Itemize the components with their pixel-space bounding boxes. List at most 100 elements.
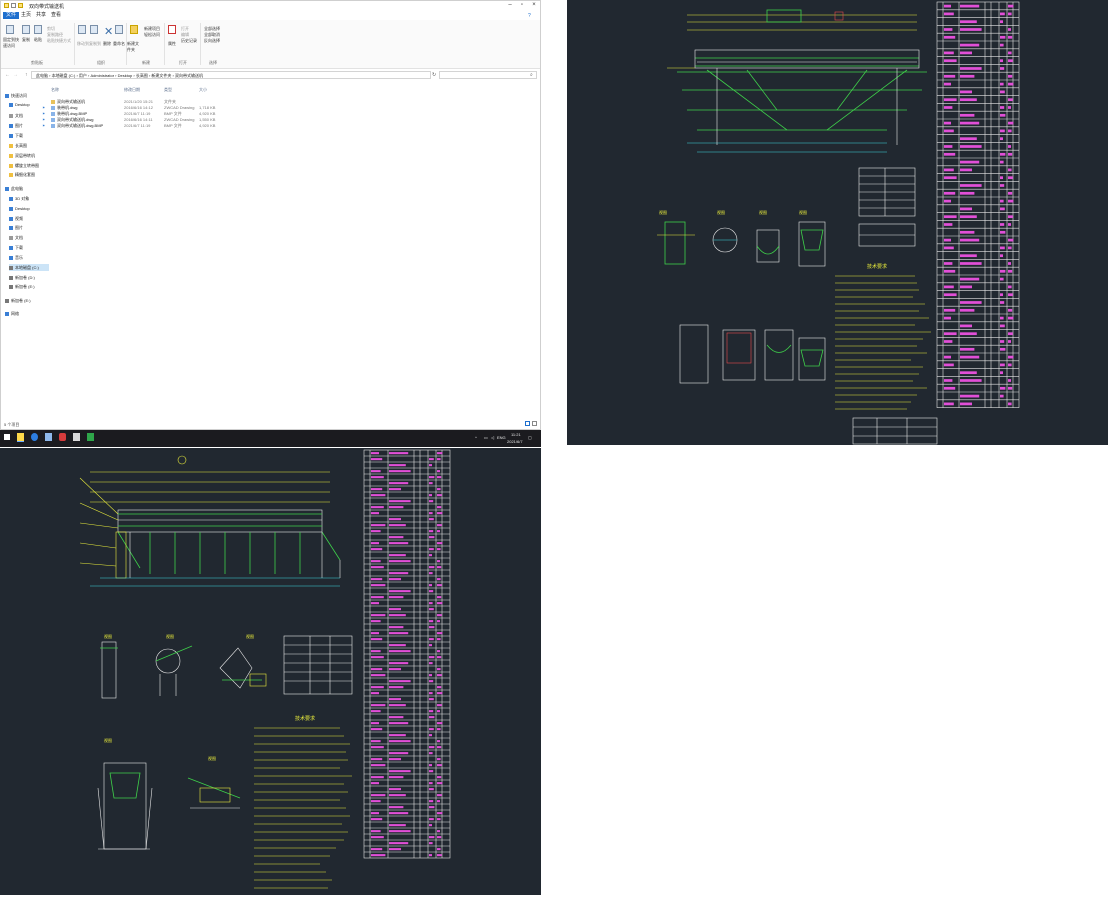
volume-tray-icon[interactable]: ◁ [491, 435, 494, 440]
nav-downloads[interactable]: 下载 [9, 244, 49, 251]
breadcrumb-item[interactable]: Administrator [90, 73, 114, 78]
pin-icon[interactable]: ✶ [42, 105, 45, 110]
pin-icon[interactable]: ✶ [42, 123, 45, 128]
clock-date[interactable]: 2021/6/7 [507, 439, 523, 444]
parts-list-table [936, 1, 1020, 408]
tab-share[interactable]: 共享 [33, 12, 49, 19]
copy-to-button[interactable]: 复制到 [89, 41, 101, 47]
nav-folder[interactable]: 螺旋立转带图 [9, 162, 49, 169]
up-icon[interactable]: ↑ [25, 72, 28, 78]
delete-button[interactable]: 删除 [103, 41, 111, 47]
breadcrumb-item[interactable]: 本地磁盘 (C:) [52, 73, 76, 78]
tab-home[interactable]: 主页 [18, 12, 34, 19]
nav-network[interactable]: 网络 [5, 310, 45, 317]
search-icon[interactable]: ⌕ [530, 72, 533, 78]
properties-icon[interactable] [11, 3, 16, 8]
tab-view[interactable]: 查看 [48, 12, 64, 19]
table-cell-text-mark [389, 578, 401, 581]
refresh-icon[interactable]: ↻ [432, 72, 436, 78]
document-taskbar-icon[interactable] [45, 433, 52, 441]
move-to-icon[interactable] [78, 25, 86, 34]
tray-chevron-icon[interactable]: ^ [475, 435, 477, 440]
table-cell-text-mark [437, 602, 443, 605]
breadcrumb-item[interactable]: 新建文件夹 [151, 73, 171, 78]
table-cell-text-mark [944, 363, 954, 367]
pin-quick-access-button[interactable]: 固定到快速访问 [3, 37, 19, 49]
nav-volume-e-root[interactable]: 新加卷 (E:) [5, 297, 45, 304]
notification-icon[interactable]: ▢ [528, 435, 532, 440]
properties-icon[interactable] [168, 25, 176, 34]
move-to-button[interactable]: 移动到 [77, 41, 89, 47]
invert-selection-button[interactable]: 反向选择 [204, 38, 220, 44]
tab-file[interactable]: 文件 [3, 12, 20, 19]
minimize-button[interactable]: – [504, 2, 516, 9]
new-folder-icon[interactable] [18, 3, 23, 8]
clock-time[interactable]: 11:21 [511, 432, 521, 437]
search-input[interactable] [439, 71, 537, 79]
nav-downloads[interactable]: 下载 [9, 132, 49, 139]
svg-text:视图: 视图 [104, 633, 112, 639]
breadcrumb-item[interactable]: 长高图 [136, 73, 148, 78]
easy-access-button[interactable]: 轻松访问 [144, 32, 160, 38]
paste-button[interactable]: 粘贴 [34, 37, 42, 43]
nav-videos[interactable]: 视频 [9, 215, 49, 222]
table-cell-text-mark [437, 830, 440, 833]
delete-icon[interactable]: ✕ [104, 25, 113, 38]
table-cell-text-mark [437, 782, 443, 785]
pin-icon[interactable]: ✶ [42, 117, 45, 122]
close-button[interactable]: × [528, 2, 540, 9]
new-folder-icon[interactable] [130, 25, 138, 34]
column-header-type[interactable]: 类型 [164, 87, 172, 93]
cad-taskbar-icon[interactable] [59, 433, 66, 441]
table-cell-text-mark [389, 626, 404, 629]
large-icons-view-icon[interactable] [532, 421, 537, 426]
details-view-icon[interactable] [525, 421, 530, 426]
breadcrumb-item[interactable]: Desktop [118, 73, 133, 78]
table-cell-text-mark [371, 746, 384, 749]
nav-folder[interactable]: 精细化套图 [9, 171, 49, 178]
nav-this-pc[interactable]: 此电脑 [5, 185, 45, 192]
help-icon[interactable]: ? [528, 13, 531, 19]
new-folder-button[interactable]: 新建文件夹 [127, 41, 141, 53]
nav-folder[interactable]: 长高图 [9, 142, 49, 149]
breadcrumb-item[interactable]: 此电脑 [36, 73, 48, 78]
language-indicator[interactable]: ENG [497, 435, 506, 440]
paste-shortcut-button[interactable]: 粘贴快捷方式 [47, 38, 71, 44]
nav-pictures[interactable]: 图片 [9, 224, 49, 231]
breadcrumb-item[interactable]: 双向带式输送机 [175, 73, 203, 78]
nav-music[interactable]: 音乐 [9, 254, 49, 261]
column-header-name[interactable]: 名称 [51, 87, 59, 93]
nav-quick-access[interactable]: 快速访问 [5, 92, 45, 99]
nav-folder[interactable]: 双层带转机 [9, 152, 49, 159]
maximize-button[interactable]: ▫ [516, 2, 528, 9]
file-explorer-taskbar-icon[interactable] [17, 433, 24, 442]
rename-button[interactable]: 重命名 [113, 41, 125, 47]
copy-button[interactable]: 复制 [22, 37, 30, 43]
breadcrumb-item[interactable]: 用户 [79, 73, 87, 78]
image-viewer-taskbar-icon[interactable] [73, 433, 80, 441]
rename-icon[interactable] [115, 25, 123, 34]
network-tray-icon[interactable]: ▭ [484, 435, 488, 440]
nav-3d-objects[interactable]: 3D 对象 [9, 195, 49, 202]
column-header-date[interactable]: 修改日期 [124, 87, 140, 93]
file-row[interactable]: 双向带式输送机.dwg.BMP [51, 123, 103, 129]
copy-to-icon[interactable] [90, 25, 98, 34]
properties-button[interactable]: 属性 [168, 41, 176, 47]
nav-documents[interactable]: 文档 [9, 234, 49, 241]
nav-desktop[interactable]: Desktop [9, 205, 49, 212]
nav-local-disk-c[interactable]: 本地磁盘 (C:) [9, 264, 49, 271]
copy-icon[interactable] [22, 25, 30, 34]
nav-volume-d[interactable]: 新加卷 (D:) [9, 274, 49, 281]
app-taskbar-icon[interactable] [87, 433, 94, 441]
paste-icon[interactable] [34, 25, 42, 34]
back-icon[interactable]: ← [5, 72, 10, 78]
forward-icon[interactable]: → [13, 72, 18, 78]
browser-taskbar-icon[interactable] [31, 433, 38, 441]
pin-icon[interactable] [6, 25, 14, 34]
pin-icon[interactable]: ✶ [42, 111, 45, 116]
history-button[interactable]: 历史记录 [181, 38, 197, 44]
nav-volume-e[interactable]: 新加卷 (E:) [9, 283, 49, 290]
address-bar[interactable]: 此电脑 › 本地磁盘 (C:) › 用户 › Administrator › D… [31, 71, 431, 79]
column-header-size[interactable]: 大小 [199, 87, 207, 93]
windows-start-icon[interactable] [4, 434, 10, 440]
